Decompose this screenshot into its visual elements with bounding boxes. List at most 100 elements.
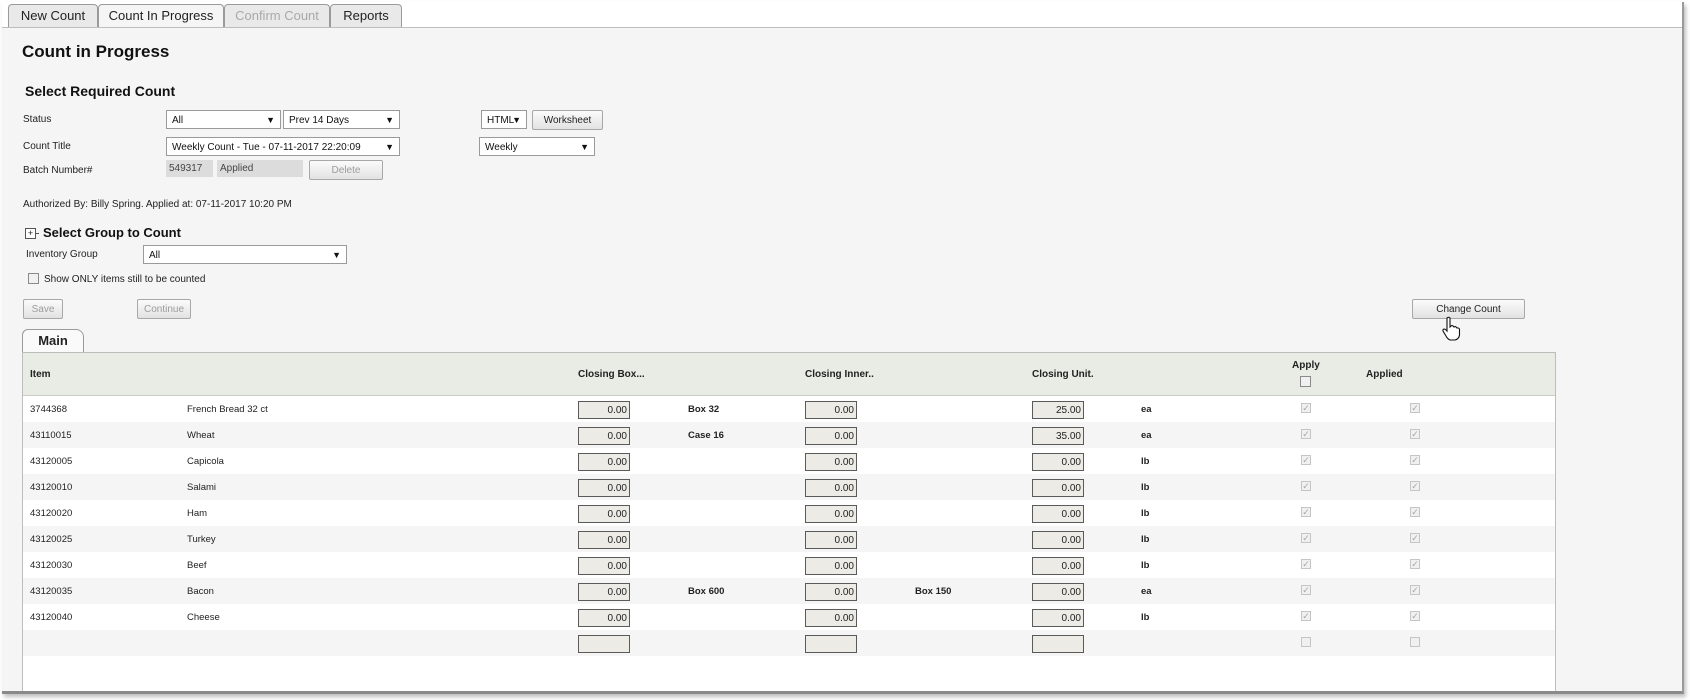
closing-unit-input[interactable]: 0.00 — [1032, 609, 1084, 627]
closing-unit-input[interactable]: 35.00 — [1032, 427, 1084, 445]
save-button[interactable]: Save — [23, 299, 63, 319]
unit-of-measure: lb — [1141, 534, 1150, 545]
tab-reports[interactable]: Reports — [330, 4, 402, 27]
table-row: 43120025 Turkey 0.00 0.00 0.00 lb ✓ ✓ — [23, 526, 1555, 552]
closing-inner-input[interactable] — [805, 635, 857, 653]
apply-checkbox[interactable]: ✓ — [1301, 403, 1311, 413]
table-row: 43120010 Salami 0.00 0.00 0.00 lb ✓ ✓ — [23, 474, 1555, 500]
col-closing-unit[interactable]: Closing Unit. — [1032, 369, 1094, 380]
unit-of-measure: ea — [1141, 430, 1152, 441]
apply-checkbox[interactable]: ✓ — [1301, 533, 1311, 543]
date-range-value: Prev 14 Days — [289, 115, 350, 126]
applied-checkbox: ✓ — [1410, 507, 1420, 517]
frequency-value: Weekly — [485, 142, 518, 153]
frequency-select[interactable]: Weekly ▼ — [479, 137, 595, 156]
closing-unit-input[interactable]: 0.00 — [1032, 505, 1084, 523]
tab-main[interactable]: Main — [22, 329, 84, 353]
closing-inner-input[interactable]: 0.00 — [805, 401, 857, 419]
tab-confirm-count[interactable]: Confirm Count — [224, 4, 330, 27]
unit-of-measure: ea — [1141, 586, 1152, 597]
closing-unit-input[interactable]: 0.00 — [1032, 453, 1084, 471]
dropdown-arrow-icon: ▼ — [512, 115, 521, 125]
group-section-title: Select Group to Count — [43, 225, 181, 240]
apply-checkbox[interactable]: ✓ — [1301, 585, 1311, 595]
closing-box-input[interactable]: 0.00 — [578, 609, 630, 627]
closing-box-input[interactable]: 0.00 — [578, 531, 630, 549]
closing-box-input[interactable]: 0.00 — [578, 583, 630, 601]
closing-inner-input[interactable]: 0.00 — [805, 557, 857, 575]
applied-checkbox: ✓ — [1410, 585, 1420, 595]
batch-number-label: Batch Number# — [23, 165, 93, 176]
page-title: Count in Progress — [22, 42, 170, 61]
batch-status-field: Applied — [217, 160, 303, 177]
closing-box-input[interactable]: 0.00 — [578, 479, 630, 497]
item-name: Cheese — [187, 612, 220, 623]
apply-checkbox[interactable]: ✓ — [1301, 507, 1311, 517]
apply-checkbox[interactable] — [1301, 637, 1311, 647]
closing-inner-input[interactable]: 0.00 — [805, 531, 857, 549]
inventory-group-select[interactable]: All ▼ — [143, 245, 347, 264]
table-row: 3744368 French Bread 32 ct 0.00 Box 32 0.00 2… — [23, 396, 1555, 422]
show-only-checkbox[interactable] — [28, 273, 39, 284]
closing-box-input[interactable]: 0.00 — [578, 453, 630, 471]
unit-of-measure: lb — [1141, 508, 1150, 519]
apply-checkbox[interactable]: ✓ — [1301, 429, 1311, 439]
col-closing-box[interactable]: Closing Box... — [578, 369, 645, 380]
worksheet-button[interactable]: Worksheet — [532, 110, 603, 130]
section-title: Select Required Count — [25, 83, 176, 99]
continue-button[interactable]: Continue — [137, 299, 191, 319]
closing-box-input[interactable]: 0.00 — [578, 427, 630, 445]
date-range-select[interactable]: Prev 14 Days ▼ — [283, 110, 400, 129]
closing-inner-input[interactable]: 0.00 — [805, 427, 857, 445]
col-applied[interactable]: Applied — [1366, 369, 1403, 380]
apply-checkbox[interactable]: ✓ — [1301, 611, 1311, 621]
apply-checkbox[interactable]: ✓ — [1301, 559, 1311, 569]
closing-unit-input[interactable]: 0.00 — [1032, 583, 1084, 601]
closing-unit-input[interactable]: 0.00 — [1032, 479, 1084, 497]
dropdown-arrow-icon: ▼ — [385, 142, 394, 152]
closing-box-input[interactable]: 0.00 — [578, 557, 630, 575]
change-count-button[interactable]: Change Count — [1412, 299, 1525, 319]
closing-unit-input[interactable]: 0.00 — [1032, 531, 1084, 549]
closing-inner-input[interactable]: 0.00 — [805, 609, 857, 627]
tab-count-in-progress[interactable]: Count In Progress — [98, 4, 224, 28]
count-title-value: Weekly Count - Tue - 07-11-2017 22:20:09 — [172, 142, 361, 153]
closing-box-input[interactable]: 0.00 — [578, 505, 630, 523]
grid-header: Item Closing Box... Closing Inner.. Clos… — [23, 353, 1555, 396]
closing-inner-input[interactable]: 0.00 — [805, 583, 857, 601]
applied-checkbox: ✓ — [1410, 559, 1420, 569]
apply-all-checkbox[interactable] — [1300, 376, 1311, 387]
item-code: 43120020 — [30, 508, 73, 519]
table-row: 43120005 Capicola 0.00 0.00 0.00 lb ✓ ✓ — [23, 448, 1555, 474]
closing-inner-input[interactable]: 0.00 — [805, 453, 857, 471]
table-row: 43120030 Beef 0.00 0.00 0.00 lb ✓ ✓ — [23, 552, 1555, 578]
applied-checkbox: ✓ — [1410, 429, 1420, 439]
box-pack-size: Box 600 — [688, 586, 725, 597]
closing-box-input[interactable] — [578, 635, 630, 653]
item-code: 43120040 — [30, 612, 73, 623]
applied-checkbox: ✓ — [1410, 533, 1420, 543]
status-select[interactable]: All ▼ — [166, 110, 281, 129]
col-closing-inner[interactable]: Closing Inner.. — [805, 369, 874, 380]
closing-inner-input[interactable]: 0.00 — [805, 479, 857, 497]
count-title-select[interactable]: Weekly Count - Tue - 07-11-2017 22:20:09… — [166, 137, 400, 156]
closing-unit-input[interactable]: 0.00 — [1032, 557, 1084, 575]
app-window: New Count Count In Progress Confirm Coun… — [2, 2, 1684, 694]
table-row: 43110015 Wheat 0.00 Case 16 0.00 35.00 ea ✓ ✓ — [23, 422, 1555, 448]
tab-new-count[interactable]: New Count — [8, 4, 98, 27]
apply-checkbox[interactable]: ✓ — [1301, 455, 1311, 465]
count-grid: Item Closing Box... Closing Inner.. Clos… — [22, 352, 1556, 691]
item-code: 43110015 — [30, 430, 72, 441]
apply-checkbox[interactable]: ✓ — [1301, 481, 1311, 491]
closing-box-input[interactable]: 0.00 — [578, 401, 630, 419]
status-select-value: All — [172, 115, 184, 126]
count-title-label: Count Title — [23, 141, 71, 152]
delete-button[interactable]: Delete — [309, 160, 383, 180]
closing-inner-input[interactable]: 0.00 — [805, 505, 857, 523]
col-item[interactable]: Item — [30, 369, 51, 380]
closing-unit-input[interactable] — [1032, 635, 1084, 653]
item-code: 43120005 — [30, 456, 73, 467]
closing-unit-input[interactable]: 25.00 — [1032, 401, 1084, 419]
col-apply: Apply — [1292, 360, 1320, 371]
format-select[interactable]: HTML ▼ — [481, 110, 527, 129]
